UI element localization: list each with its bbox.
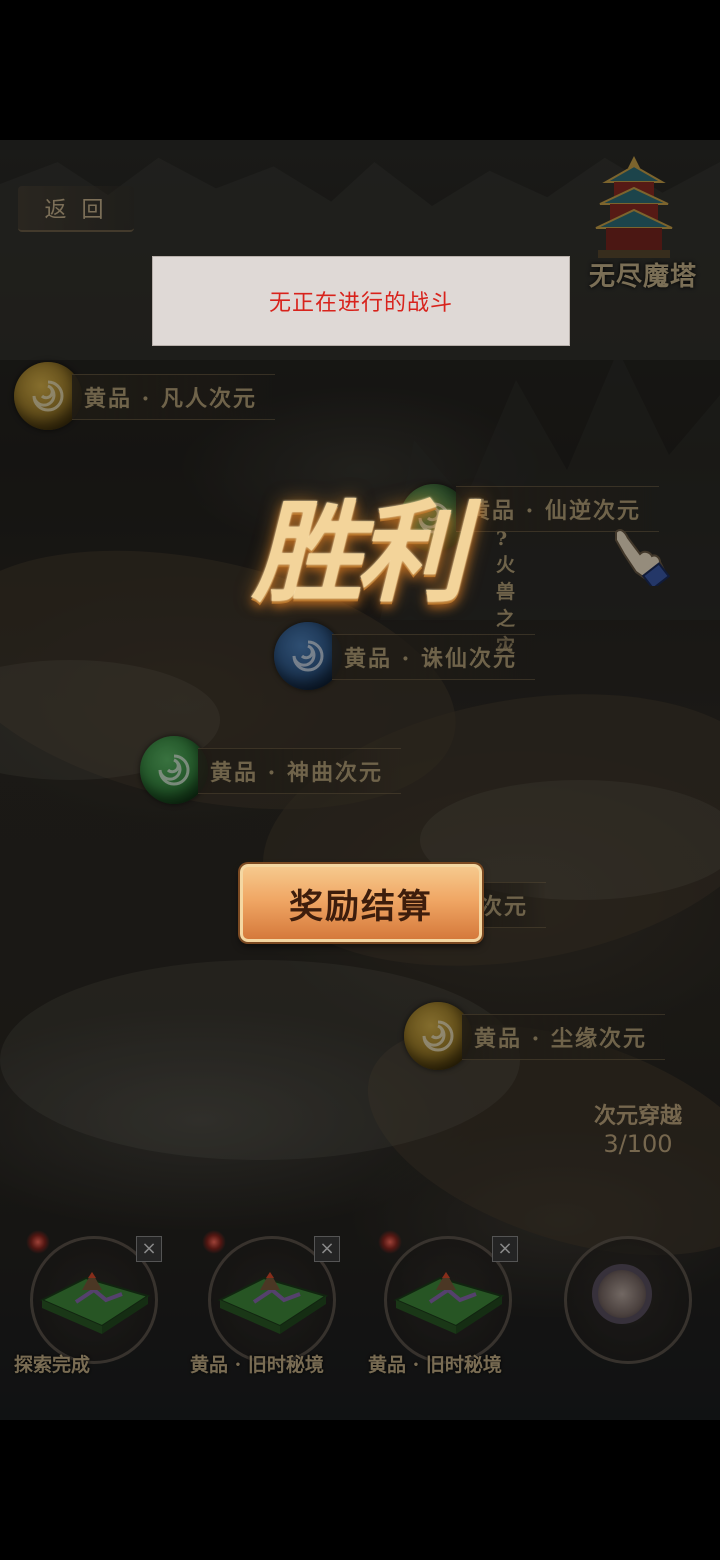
victory-title: 胜利 [252,488,466,617]
toast-message: 无正在进行的战斗 [152,256,570,346]
reward-settle-label: 奖励结算 [289,886,433,927]
reward-settle-button[interactable]: 奖励结算 [240,864,482,942]
game-screen: 返 回 无尽魔塔 黄品 · 凡人次元 黄品 · 仙逆次元 ? 火兽之灾 [0,140,720,1420]
toast-text: 无正在进行的战斗 [268,291,453,316]
